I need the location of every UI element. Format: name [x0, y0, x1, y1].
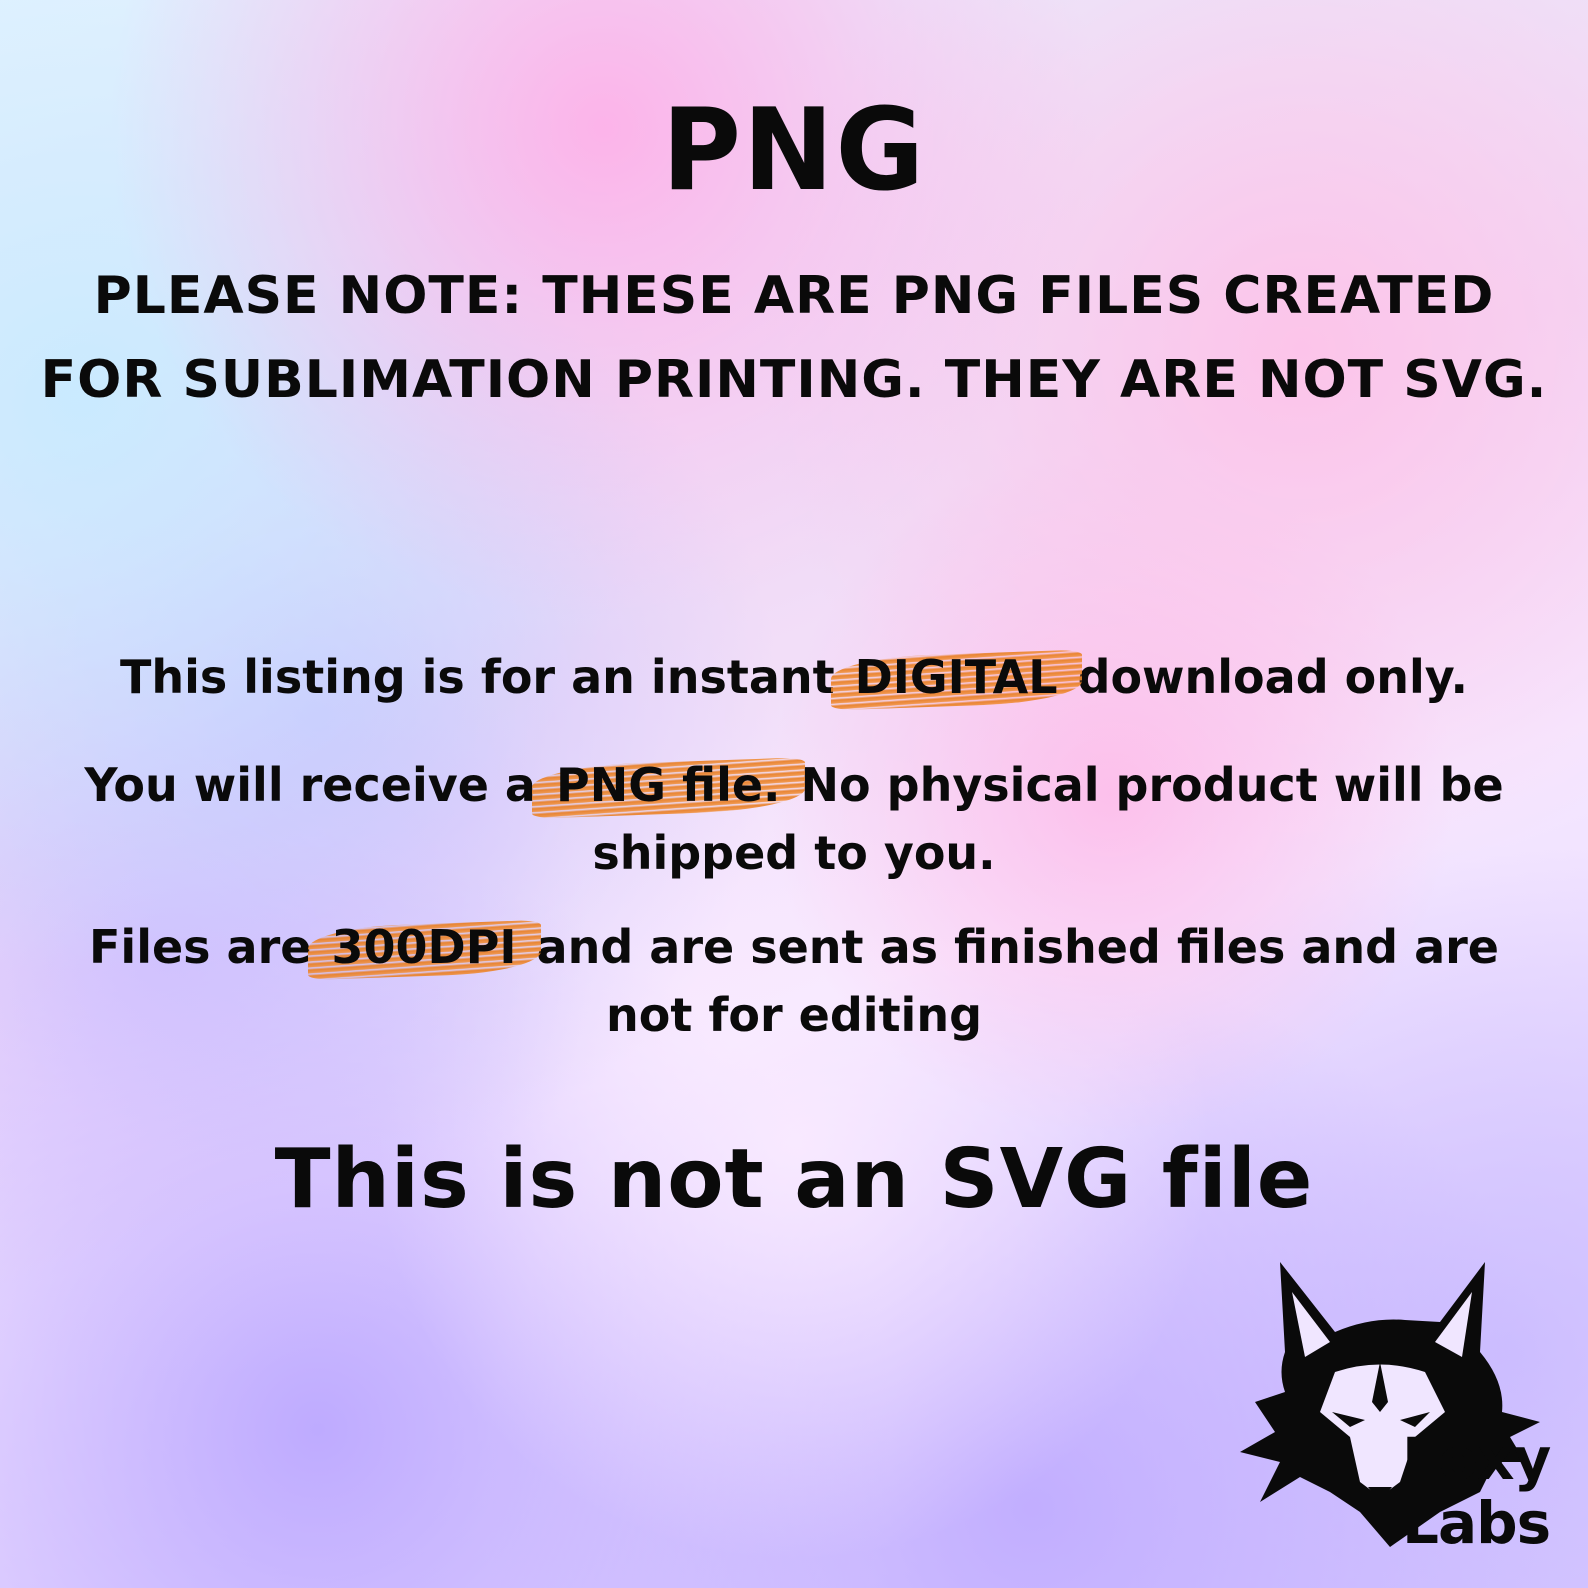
notice-line-2: FOR SUBLIMATION PRINTING. THEY ARE NOT S… [40, 350, 1548, 410]
dpi-line-cont: not for editing [606, 988, 982, 1042]
highlight-300dpi: 300DPI [328, 920, 521, 974]
text-segment: Files are [89, 920, 328, 974]
digital-download-line: This listing is for an instant DIGITAL d… [0, 650, 1588, 704]
highlight-png-file: PNG file. [552, 758, 785, 812]
png-file-line-cont: shipped to you. [592, 826, 996, 880]
text-segment: No physical product will be [784, 758, 1504, 812]
notice-line-1: PLEASE NOTE: THESE ARE PNG FILES CREATED [93, 266, 1495, 326]
text-segment: and are sent as finished files and are [520, 920, 1499, 974]
text-segment: download only. [1061, 650, 1469, 704]
png-file-line: You will receive a PNG file. No physical… [0, 758, 1588, 812]
text-segment: This listing is for an instant [120, 650, 851, 704]
brand-name-line-2: Labs [1402, 1489, 1551, 1557]
dpi-line: Files are 300DPI and are sent as finishe… [0, 920, 1588, 974]
highlight-digital: DIGITAL [851, 650, 1062, 704]
brand-name-line-1: Foxy [1402, 1425, 1551, 1493]
not-svg-heading: This is not an SVG file [274, 1132, 1314, 1227]
page-title: PNG [661, 84, 927, 217]
text-segment: You will receive a [84, 758, 552, 812]
